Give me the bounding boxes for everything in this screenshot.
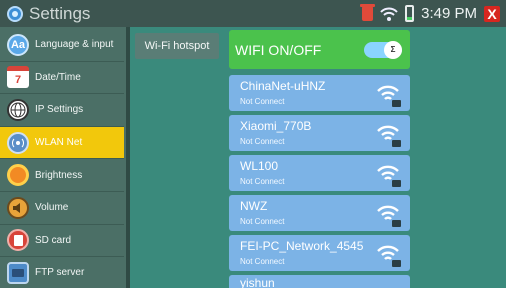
wifi-toggle-label: WIFI ON/OFF xyxy=(235,41,322,58)
sidebar-item-label: SD card xyxy=(35,234,72,246)
language-icon: Aa xyxy=(7,33,29,56)
network-name: ChinaNet-uHNZ xyxy=(240,79,326,93)
sidebar-item-label: Volume xyxy=(35,202,69,214)
close-icon[interactable]: X xyxy=(484,5,500,22)
network-item[interactable]: WL100 Not Connect xyxy=(229,155,410,191)
app-title: Settings xyxy=(29,3,91,23)
settings-gear-icon xyxy=(7,5,23,22)
network-name: NWZ xyxy=(240,199,268,213)
sidebar-item-label: Language & input xyxy=(35,39,114,51)
sidebar-item-label: Date/Time xyxy=(35,71,81,83)
sidebar-scrollbar[interactable] xyxy=(126,27,130,288)
wifi-status-icon xyxy=(380,7,398,21)
network-name: FEI-PC_Network_4545 xyxy=(240,239,364,253)
lock-icon xyxy=(392,140,401,147)
clock: 3:49 PM xyxy=(421,5,477,22)
sd-card-icon xyxy=(7,229,29,252)
trash-icon[interactable] xyxy=(360,4,376,21)
settings-sidebar: Aa Language & input 7 Date/Time IP Setti… xyxy=(0,27,126,288)
network-status: Not Connect xyxy=(240,97,285,106)
lock-icon xyxy=(392,100,401,107)
sidebar-item-wlan-net[interactable]: WLAN Net xyxy=(0,126,124,160)
wireless-icon xyxy=(7,131,29,154)
network-item[interactable]: Xiaomi_770B Not Connect xyxy=(229,115,410,151)
network-status: Not Connect xyxy=(240,177,285,186)
sidebar-item-sd-card[interactable]: SD card xyxy=(0,225,124,258)
sidebar-item-ftp-server[interactable]: FTP server xyxy=(0,257,124,288)
network-status: Not Connect xyxy=(240,137,285,146)
network-item[interactable]: yishun xyxy=(229,275,410,288)
network-name: Xiaomi_770B xyxy=(240,119,312,133)
sidebar-item-brightness[interactable]: Brightness xyxy=(0,159,124,192)
network-item[interactable]: ChinaNet-uHNZ Not Connect xyxy=(229,75,410,111)
lock-icon xyxy=(392,180,401,187)
network-item[interactable]: FEI-PC_Network_4545 Not Connect xyxy=(229,235,410,271)
switch-knob: Σ xyxy=(384,41,402,59)
sidebar-item-label: IP Settings xyxy=(35,104,84,116)
globe-icon xyxy=(7,98,29,121)
sidebar-item-language-input[interactable]: Aa Language & input xyxy=(0,29,124,62)
lock-icon xyxy=(392,260,401,267)
network-name: yishun xyxy=(240,276,275,288)
server-icon xyxy=(7,261,29,284)
status-icons: 3:49 PM X xyxy=(360,0,500,27)
sidebar-item-label: Brightness xyxy=(35,169,83,181)
wifi-switch[interactable]: Σ xyxy=(364,41,402,59)
network-status: Not Connect xyxy=(240,217,285,226)
lock-icon xyxy=(392,220,401,227)
sidebar-item-label: WLAN Net xyxy=(35,137,83,149)
wifi-hotspot-button[interactable]: Wi-Fi hotspot xyxy=(135,33,219,59)
battery-icon xyxy=(405,5,415,22)
sidebar-item-ip-settings[interactable]: IP Settings xyxy=(0,94,124,127)
brightness-icon xyxy=(7,164,29,187)
speaker-icon xyxy=(7,196,29,219)
calendar-icon: 7 xyxy=(7,66,29,89)
wifi-toggle-row[interactable]: WIFI ON/OFF Σ xyxy=(229,30,410,69)
network-status: Not Connect xyxy=(240,257,285,266)
network-item[interactable]: NWZ Not Connect xyxy=(229,195,410,231)
sidebar-item-date-time[interactable]: 7 Date/Time xyxy=(0,62,124,95)
sidebar-item-volume[interactable]: Volume xyxy=(0,192,124,225)
sidebar-item-label: FTP server xyxy=(35,267,85,279)
status-bar: Settings 3:49 PM X xyxy=(0,0,506,27)
network-name: WL100 xyxy=(240,159,279,173)
